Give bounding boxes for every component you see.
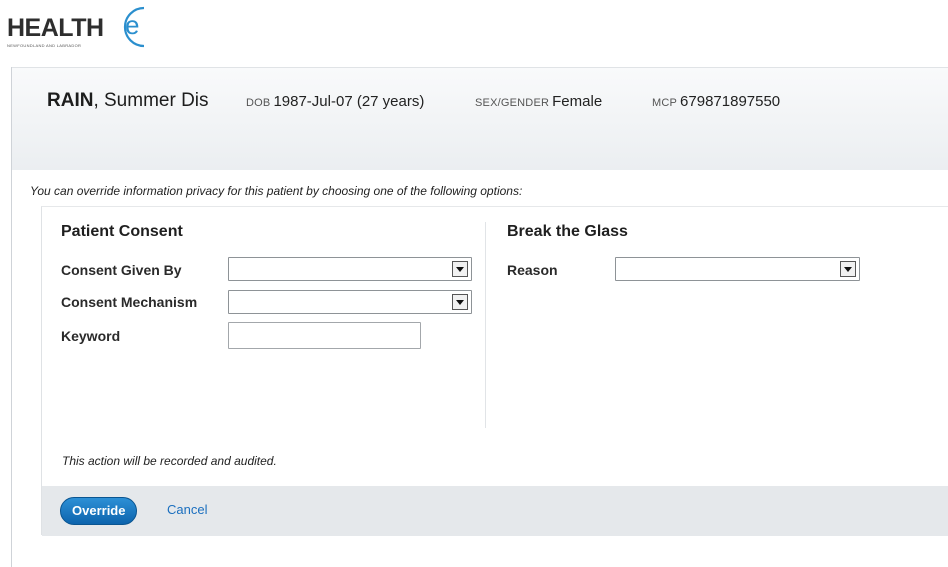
chevron-down-icon[interactable]: [840, 261, 856, 277]
chevron-down-icon[interactable]: [452, 261, 468, 277]
healthe-logo: HEALTH e NEWFOUNDLAND AND LABRADOR: [0, 0, 170, 58]
mcp-value: 679871897550: [680, 93, 781, 110]
consent-mechanism-label: Consent Mechanism: [61, 294, 198, 310]
override-button[interactable]: Override: [60, 497, 138, 525]
dob-label: DOB: [246, 97, 271, 109]
sex-value: Female: [552, 93, 603, 110]
consent-given-by-select[interactable]: [228, 257, 472, 281]
logo-word: HEALTH: [7, 14, 104, 42]
column-divider: [485, 222, 486, 428]
override-panel: Patient Consent Consent Given By Consent…: [41, 206, 948, 536]
reason-select[interactable]: [615, 257, 860, 281]
reason-label: Reason: [507, 262, 558, 278]
patient-banner: RAIN, Summer Dis DOB 1987-Jul-07 (27 year…: [12, 67, 948, 170]
patient-name: RAIN, Summer Dis: [47, 90, 209, 112]
keyword-label: Keyword: [61, 328, 121, 344]
break-the-glass-title: Break the Glass: [507, 223, 628, 240]
logo-subtitle: NEWFOUNDLAND AND LABRADOR: [7, 43, 82, 48]
patient-consent-title: Patient Consent: [61, 223, 183, 240]
chevron-down-icon[interactable]: [452, 294, 468, 310]
patient-mcp: MCP 679871897550: [652, 93, 780, 110]
sex-label: SEX/GENDER: [475, 97, 550, 109]
mcp-label: MCP: [652, 97, 678, 109]
cancel-link[interactable]: Cancel: [167, 502, 207, 517]
patient-first-names: , Summer Dis: [93, 90, 209, 111]
action-bar: Override Cancel: [42, 486, 948, 536]
dob-value: 1987-Jul-07 (27 years): [273, 93, 425, 110]
override-intro: You can override information privacy for…: [30, 184, 523, 198]
logo-e-mark: e: [123, 6, 145, 48]
logo-letter: e: [125, 10, 139, 40]
patient-dob: DOB 1987-Jul-07 (27 years): [246, 93, 424, 110]
patient-last-name: RAIN: [47, 90, 94, 111]
keyword-input[interactable]: [228, 322, 421, 349]
consent-mechanism-select[interactable]: [228, 290, 472, 314]
patient-sex: SEX/GENDER Female: [475, 93, 602, 110]
audit-note: This action will be recorded and audited…: [62, 454, 277, 468]
consent-given-by-label: Consent Given By: [61, 262, 182, 278]
